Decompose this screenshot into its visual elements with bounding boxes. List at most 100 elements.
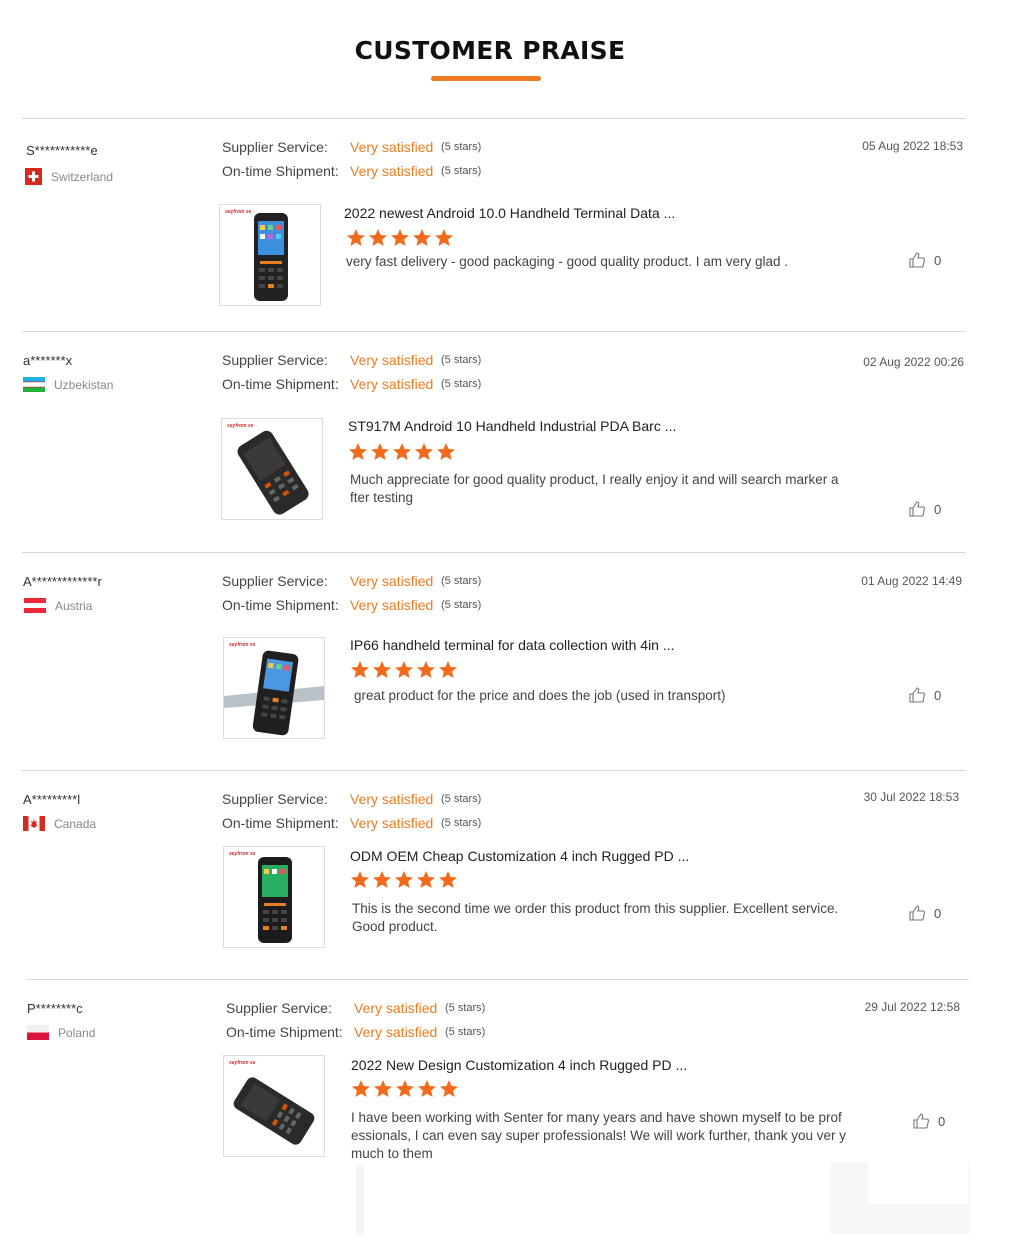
star-icon: [349, 443, 367, 460]
star-icon: [347, 229, 365, 246]
reviewer-country: Poland: [27, 1025, 95, 1040]
brand-logo: seyfrom se: [225, 209, 252, 215]
star-icon: [371, 443, 389, 460]
star-icon: [440, 1080, 458, 1097]
like-button[interactable]: 0: [908, 904, 941, 922]
like-count: 0: [934, 905, 942, 921]
product-title-link[interactable]: 2022 newest Android 10.0 Handheld Termin…: [344, 205, 675, 221]
like-count: 0: [934, 687, 942, 703]
rating-label: Supplier Service:: [222, 352, 328, 368]
brand-logo: seyfrom se: [229, 851, 256, 857]
review-date: 29 Jul 2022 12:58: [864, 1000, 960, 1014]
star-rating: [348, 442, 456, 462]
rating-label: On-time Shipment:: [226, 1024, 343, 1040]
star-icon: [373, 661, 391, 678]
rating-stars-note: (5 stars): [441, 575, 482, 587]
supplier-service-rating: Supplier Service: Very satisfied (5 star…: [222, 352, 481, 368]
like-button[interactable]: 0: [908, 251, 941, 269]
star-icon: [396, 1080, 414, 1097]
rating-label: Supplier Service:: [222, 139, 328, 155]
product-thumbnail[interactable]: seyfrom se: [223, 637, 325, 739]
rating-value: Very satisfied: [350, 573, 434, 589]
supplier-service-rating: Supplier Service: Very satisfied (5 star…: [222, 573, 481, 589]
handheld-terminal-icon: [254, 213, 288, 301]
thumbs-up-icon: [913, 1113, 929, 1129]
star-icon: [393, 443, 411, 460]
country-label: Switzerland: [51, 169, 114, 184]
product-title-link[interactable]: ST917M Android 10 Handheld Industrial PD…: [348, 418, 676, 434]
shipment-rating: On-time Shipment: Very satisfied (5 star…: [226, 1024, 485, 1040]
country-label: Uzbekistan: [54, 377, 114, 392]
supplier-service-rating: Supplier Service: Very satisfied (5 star…: [226, 1000, 485, 1016]
product-title-link[interactable]: ODM OEM Cheap Customization 4 inch Rugge…: [350, 848, 689, 864]
star-icon: [435, 229, 453, 246]
like-button[interactable]: 0: [908, 500, 941, 518]
product-thumbnail[interactable]: seyfrom se: [223, 846, 325, 948]
rating-value: Very satisfied: [350, 815, 434, 831]
review-date: 01 Aug 2022 14:49: [861, 574, 962, 588]
rating-stars-note: (5 stars): [441, 354, 482, 366]
rating-label: On-time Shipment:: [222, 815, 339, 831]
reviewer-country: Uzbekistan: [23, 377, 113, 392]
star-icon: [352, 1080, 370, 1097]
rating-value: Very satisfied: [354, 1000, 438, 1016]
shipment-rating: On-time Shipment: Very satisfied (5 star…: [222, 376, 481, 392]
rating-label: On-time Shipment:: [222, 597, 339, 613]
brand-logo: seyfrom se: [229, 642, 256, 648]
star-icon: [417, 871, 435, 888]
thumbs-up-icon: [909, 905, 925, 921]
reviewer-name: a*******x: [23, 353, 73, 368]
rating-value: Very satisfied: [350, 791, 434, 807]
flag-canada-icon: [23, 816, 45, 831]
country-label: Poland: [58, 1025, 96, 1040]
product-title-link[interactable]: 2022 New Design Customization 4 inch Rug…: [351, 1057, 687, 1073]
star-icon: [417, 661, 435, 678]
country-label: Canada: [54, 816, 97, 831]
decorative-block: [356, 1165, 364, 1235]
star-icon: [374, 1080, 392, 1097]
product-thumbnail[interactable]: seyfrom se: [219, 204, 321, 306]
rating-value: Very satisfied: [350, 352, 434, 368]
brand-logo: seyfrom se: [227, 423, 254, 429]
product-thumbnail[interactable]: seyfrom se: [221, 418, 323, 520]
rating-value: Very satisfied: [350, 163, 434, 179]
star-icon: [369, 229, 387, 246]
star-icon: [395, 871, 413, 888]
handheld-terminal-icon: [224, 650, 324, 736]
star-rating: [351, 1079, 459, 1099]
like-button[interactable]: 0: [912, 1112, 945, 1130]
shipment-rating: On-time Shipment: Very satisfied (5 star…: [222, 163, 481, 179]
rating-value: Very satisfied: [350, 597, 434, 613]
star-icon: [395, 661, 413, 678]
shipment-rating: On-time Shipment: Very satisfied (5 star…: [222, 815, 481, 831]
decorative-block: [868, 1152, 968, 1204]
review-item: a*******x Uzbekistan Supplier Service: V…: [0, 331, 1009, 541]
reviewer-name: A*************r: [23, 574, 102, 589]
review-comment: Much appreciate for good quality product…: [350, 472, 839, 505]
like-count: 0: [934, 501, 942, 517]
handheld-terminal-icon: [258, 857, 292, 943]
reviewer-name: S***********e: [26, 143, 98, 158]
like-count: 0: [938, 1113, 946, 1129]
supplier-service-rating: Supplier Service: Very satisfied (5 star…: [222, 791, 481, 807]
like-button[interactable]: 0: [908, 686, 941, 704]
rating-label: On-time Shipment:: [222, 163, 339, 179]
review-comment: I have been working with Senter for many…: [351, 1110, 846, 1161]
review-item: A*************r Austria Supplier Service…: [0, 552, 1009, 762]
product-title-link[interactable]: IP66 handheld terminal for data collecti…: [350, 637, 675, 653]
star-icon: [373, 871, 391, 888]
product-thumbnail[interactable]: seyfrom se: [223, 1055, 325, 1157]
title-underline: [431, 76, 541, 81]
star-icon: [391, 229, 409, 246]
thumbs-up-icon: [909, 687, 925, 703]
review-comment: great product for the price and does the…: [354, 688, 726, 703]
rating-value: Very satisfied: [350, 376, 434, 392]
shipment-rating: On-time Shipment: Very satisfied (5 star…: [222, 597, 481, 613]
rating-label: Supplier Service:: [226, 1000, 332, 1016]
rating-stars-note: (5 stars): [445, 1002, 486, 1014]
flag-uzbekistan-icon: [23, 377, 45, 392]
star-rating: [350, 870, 458, 890]
reviewer-country: Austria: [24, 598, 92, 613]
reviewer-name: A*********l: [23, 792, 81, 807]
thumbs-up-icon: [909, 252, 925, 268]
